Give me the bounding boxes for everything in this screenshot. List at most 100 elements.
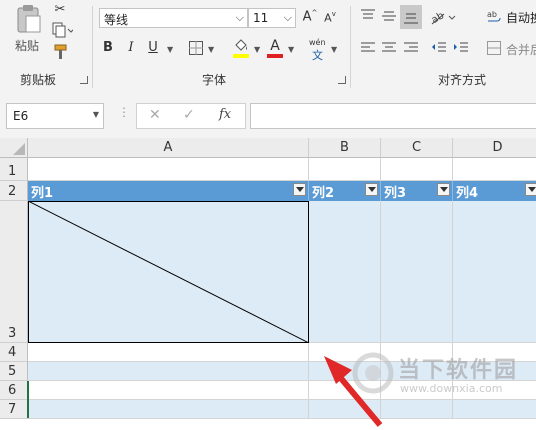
cell-b1[interactable] <box>309 158 381 181</box>
cell-c1[interactable] <box>381 158 453 181</box>
paste-button[interactable]: 粘贴 <box>10 4 46 56</box>
phonetic-chevron-icon[interactable]: ▼ <box>331 45 337 54</box>
cut-button[interactable]: ✂ <box>52 2 68 18</box>
cell-a4[interactable] <box>28 343 309 362</box>
fill-color-button[interactable] <box>232 38 250 60</box>
chevron-down-icon: ⌵ <box>283 11 292 24</box>
enter-icon[interactable]: ✓ <box>183 107 195 123</box>
decrease-indent-button[interactable] <box>430 40 448 56</box>
align-middle-button[interactable] <box>380 7 398 25</box>
cell-d1[interactable] <box>453 158 536 181</box>
align-center-icon <box>382 42 396 52</box>
filter-dropdown-icon[interactable] <box>525 183 536 196</box>
format-painter-button[interactable] <box>52 44 70 60</box>
bold-button[interactable]: B <box>101 40 115 55</box>
align-right-button[interactable] <box>402 40 420 56</box>
grow-font-button[interactable]: A^ <box>302 9 318 24</box>
underline-chevron-icon[interactable]: ▼ <box>167 45 173 54</box>
column-header-b[interactable]: B <box>309 138 381 158</box>
merge-icon <box>487 41 501 55</box>
merge-center-button[interactable]: 合并后 <box>487 40 536 58</box>
font-color-chevron-icon[interactable]: ▼ <box>288 45 294 54</box>
phonetic-sub: 文 <box>312 49 323 62</box>
chevron-down-icon[interactable]: ▼ <box>93 110 99 119</box>
align-left-button[interactable] <box>359 40 377 56</box>
grow-font-label: A <box>302 9 312 25</box>
cell-d7[interactable] <box>453 400 536 419</box>
select-all-corner[interactable] <box>0 138 28 158</box>
font-color-button[interactable]: A <box>266 38 284 60</box>
wrap-text-label: 自动换 <box>506 11 536 25</box>
diagonal-line <box>28 201 309 343</box>
font-group-label: 字体 <box>202 73 227 87</box>
copy-button[interactable] <box>50 22 75 38</box>
row-header-2[interactable]: 2 <box>0 181 28 201</box>
watermark: 当下软件园 www.downxia.com <box>352 350 536 402</box>
formula-buttons: ✕ ✓ fx <box>136 103 246 129</box>
underline-label: U <box>148 40 158 55</box>
align-middle-icon <box>382 11 396 21</box>
table-header-cell[interactable]: 列2 <box>309 181 381 201</box>
increase-indent-button[interactable] <box>452 40 470 56</box>
orientation-button[interactable]: ab <box>430 8 456 26</box>
align-left-icon <box>361 42 375 52</box>
italic-button[interactable]: I <box>124 40 138 55</box>
formula-input[interactable] <box>250 103 536 129</box>
row-header-7[interactable]: 7 <box>0 400 28 419</box>
shrink-font-label: A <box>324 11 332 25</box>
column-header-d[interactable]: D <box>453 138 536 158</box>
row-header-5[interactable]: 5 <box>0 362 28 381</box>
cell-d3[interactable] <box>453 201 536 343</box>
fill-color-chevron-icon[interactable]: ▼ <box>254 45 260 54</box>
fill-color-swatch <box>233 54 249 58</box>
align-top-icon <box>361 9 375 19</box>
filter-dropdown-icon[interactable] <box>365 183 378 196</box>
row-header-1[interactable]: 1 <box>0 158 28 181</box>
column-header-a[interactable]: A <box>28 138 309 158</box>
cell-c3[interactable] <box>381 201 453 343</box>
align-bottom-button[interactable] <box>400 5 422 29</box>
watermark-url: www.downxia.com <box>400 382 503 395</box>
filter-dropdown-icon[interactable] <box>293 183 306 196</box>
selection-marker <box>27 381 29 418</box>
row-header-6[interactable]: 6 <box>0 381 28 400</box>
font-name-dropdown[interactable]: 等线 ⌵ <box>99 8 248 28</box>
row-header-4[interactable]: 4 <box>0 343 28 362</box>
column-header-c[interactable]: C <box>381 138 453 158</box>
name-box[interactable]: E6 ▼ <box>6 103 104 129</box>
paste-label: 粘贴 <box>15 39 40 53</box>
borders-chevron-icon[interactable]: ▼ <box>208 45 214 54</box>
svg-text:ab: ab <box>487 10 497 19</box>
paste-icon <box>17 5 41 33</box>
cell-a6[interactable] <box>28 381 309 400</box>
borders-button[interactable] <box>188 40 204 56</box>
insert-function-button[interactable]: fx <box>219 107 231 122</box>
phonetic-button[interactable]: wén 文 <box>308 38 330 62</box>
cell-a7[interactable] <box>28 400 309 419</box>
table-header-cell[interactable]: 列1 <box>28 181 309 201</box>
cell-a3-diagonal[interactable] <box>28 201 309 343</box>
cell-b3[interactable] <box>309 201 381 343</box>
clipboard-launcher[interactable] <box>80 76 88 84</box>
cell-a5[interactable] <box>28 362 309 381</box>
filter-dropdown-icon[interactable] <box>437 183 450 196</box>
underline-button[interactable]: U <box>146 40 160 55</box>
watermark-brand: 当下软件园 <box>398 358 519 383</box>
cancel-icon[interactable]: ✕ <box>149 107 161 123</box>
align-right-icon <box>404 42 418 52</box>
scissors-icon: ✂ <box>54 2 66 17</box>
align-center-button[interactable] <box>380 40 398 56</box>
font-size-dropdown[interactable]: 11 ⌵ <box>248 8 296 28</box>
align-bottom-icon <box>404 13 418 24</box>
align-top-button[interactable] <box>359 7 377 25</box>
merge-center-label: 合并后 <box>506 43 536 57</box>
shrink-font-button[interactable]: Av <box>322 10 338 25</box>
wrap-text-button[interactable]: ab 自动换 <box>487 8 536 26</box>
vertical-dots-icon[interactable]: ⋮ <box>118 105 130 119</box>
font-launcher[interactable] <box>338 76 346 84</box>
row-header-3[interactable]: 3 <box>0 201 28 343</box>
paint-bucket-icon <box>235 39 247 51</box>
table-header-cell[interactable]: 列4 <box>453 181 536 201</box>
table-header-cell[interactable]: 列3 <box>381 181 453 201</box>
cell-a1[interactable] <box>28 158 309 181</box>
